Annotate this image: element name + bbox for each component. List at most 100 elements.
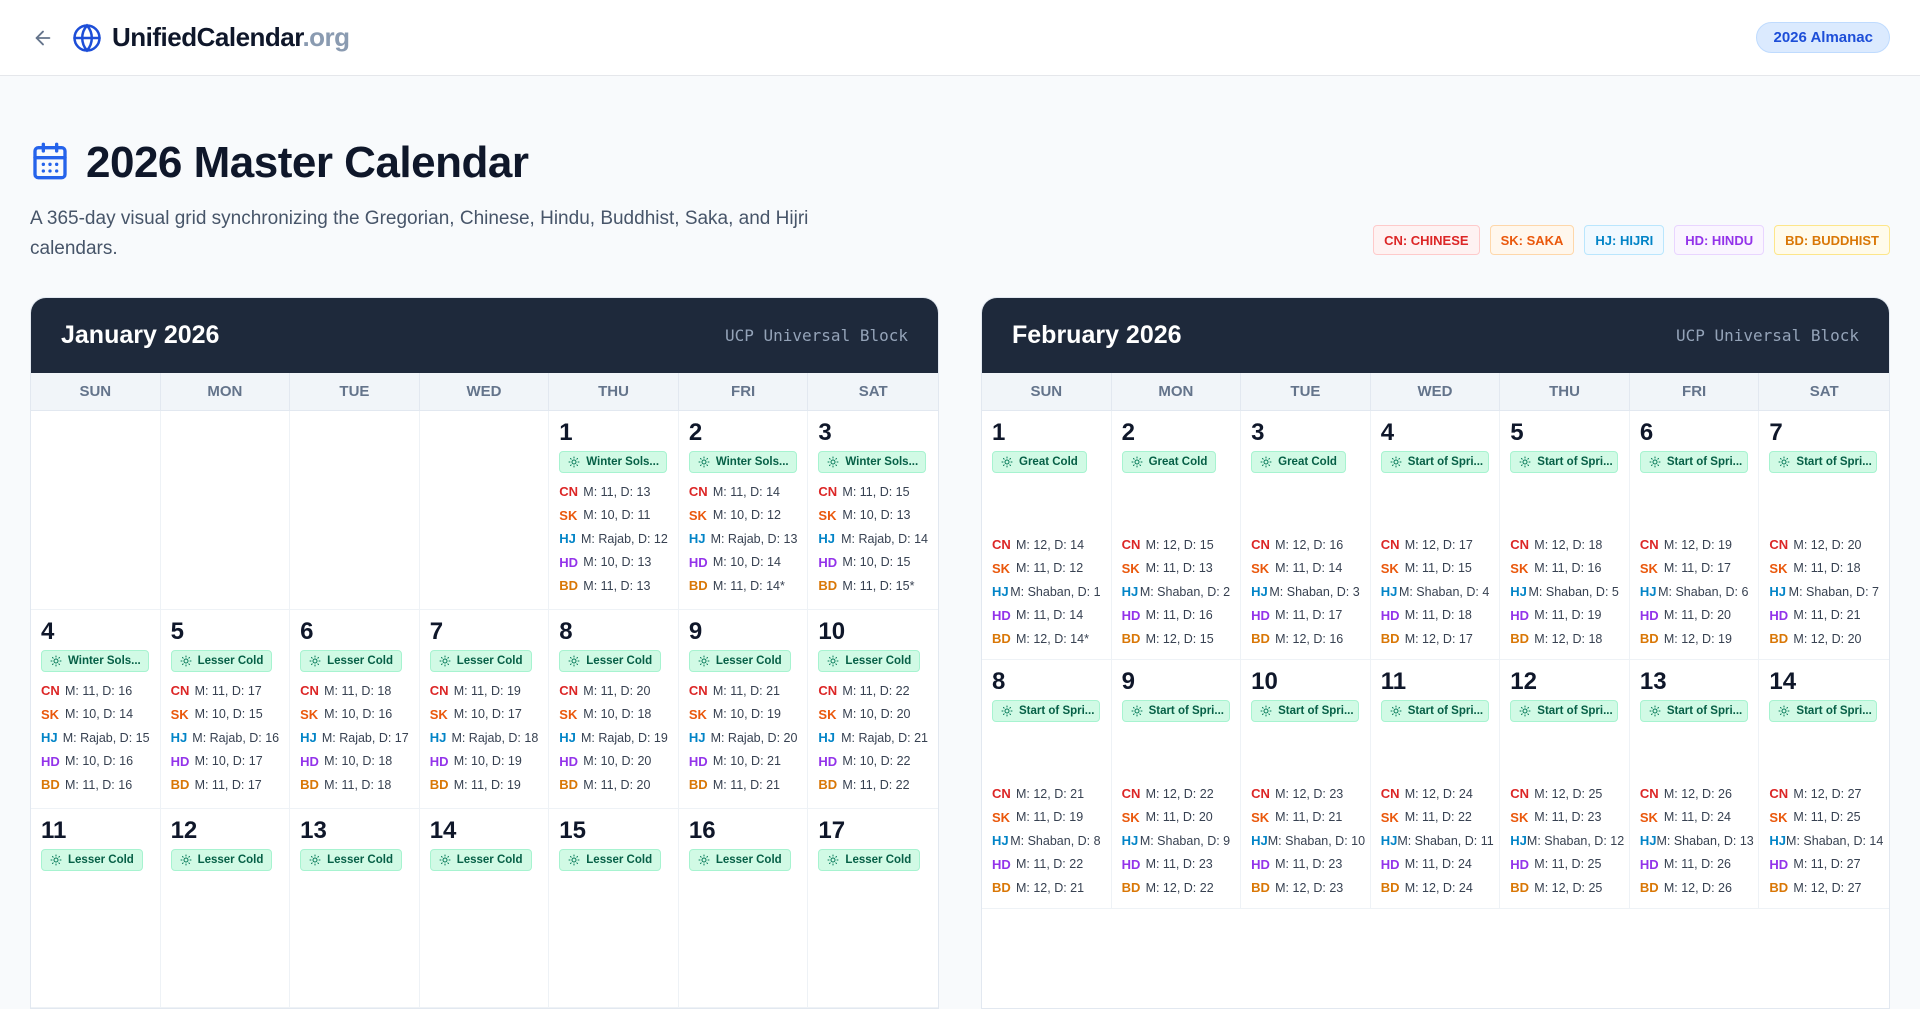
- calendar-value: M: Shaban, D: 10: [1267, 833, 1366, 848]
- calendar-line: HD M: 11, D: 26: [1640, 853, 1749, 877]
- calendar-value: M: 12, D: 24: [1404, 786, 1473, 801]
- solar-term-label: Lesser Cold: [845, 655, 912, 667]
- calendar-line: HD M: 10, D: 18: [300, 750, 409, 774]
- weekday-header-row: SUN MON TUE WED THU FRI SAT: [982, 373, 1889, 411]
- calendar-abbr: CN: [170, 683, 190, 699]
- sun-icon: [1390, 456, 1408, 468]
- calendar-line: SK M: 10, D: 11: [559, 504, 668, 528]
- calendar-abbr: HD: [1380, 607, 1400, 623]
- calendar-abbr: SK: [1639, 560, 1658, 576]
- day-cell[interactable]: 4 Winter Sols... CN M: 11, D: 16 SK M: 10, D:…: [31, 610, 161, 809]
- solar-term-badge: Winter Sols...: [559, 451, 668, 473]
- calendar-value: M: 11, D: 25: [1793, 810, 1861, 825]
- day-number: 17: [818, 817, 846, 844]
- solar-term-badge: Winter Sols...: [688, 451, 797, 473]
- day-cell[interactable]: 13 Lesser Cold: [290, 809, 420, 1008]
- day-cell[interactable]: 2 Winter Sols... CN M: 11, D: 14 SK M: 10, D:…: [678, 411, 809, 610]
- day-cell[interactable]: 6 Start of Spri... CN M: 12, D: 19 SK M: 11, …: [1629, 411, 1760, 660]
- solar-term-label: Start of Spri...: [1537, 456, 1613, 468]
- calendar-line: CN M: 12, D: 27: [1769, 782, 1879, 806]
- calendar-line: BD M: 11, D: 19: [430, 773, 539, 797]
- calendar-abbr: CN: [300, 683, 319, 699]
- calendar-abbr: SK: [429, 706, 448, 722]
- calendar-value: M: 11, D: 21: [1793, 608, 1861, 623]
- calendar-abbr: HD: [1380, 856, 1400, 872]
- legend-badge: HD: HINDU: [1674, 225, 1765, 255]
- day-cell[interactable]: 8 Lesser Cold CN M: 11, D: 20 SK M: 10, D: 18…: [549, 610, 679, 809]
- day-cell[interactable]: 15 Lesser Cold: [549, 809, 679, 1008]
- day-cell[interactable]: 12 Lesser Cold: [160, 809, 291, 1008]
- calendar-legend: CN: CHINESE SK: SAKA HJ: HIJRI HD: HINDU BD:…: [1373, 225, 1890, 255]
- day-cell[interactable]: 9 Start of Spri... CN M: 12, D: 22 SK M: 11, …: [1111, 660, 1242, 909]
- calendar-value: M: 10, D: 18: [324, 754, 393, 769]
- calendar-line: BD M: 12, D: 26: [1640, 876, 1749, 900]
- sun-icon: [439, 854, 457, 866]
- day-cell[interactable]: 16 Lesser Cold: [678, 809, 809, 1008]
- day-cell[interactable]: 10 Start of Spri... CN M: 12, D: 23 SK M: 11,…: [1241, 660, 1371, 909]
- calendar-value: M: 11, D: 23: [1534, 810, 1602, 825]
- calendar-abbr: HD: [1121, 856, 1141, 872]
- sun-icon: [1390, 705, 1408, 717]
- day-cell[interactable]: 14 Start of Spri... CN M: 12, D: 27 SK M: 11,…: [1759, 660, 1889, 909]
- calendar-abbr: SK: [559, 706, 578, 722]
- day-cell[interactable]: 1 Winter Sols... CN M: 11, D: 13 SK M: 10, D:…: [549, 411, 679, 610]
- empty-day-cell: [160, 411, 291, 610]
- day-cell[interactable]: 1 Great Cold CN M: 12, D: 14 SK M: 11, D: 12 H…: [982, 411, 1112, 660]
- brand-logo[interactable]: UnifiedCalendar.org: [112, 22, 350, 53]
- day-cell[interactable]: 5 Start of Spri... CN M: 12, D: 18 SK M: 11, …: [1500, 411, 1630, 660]
- day-cell[interactable]: 12 Start of Spri... CN M: 12, D: 25 SK M: 11,…: [1500, 660, 1630, 909]
- calendar-line: HD M: 10, D: 16: [41, 750, 150, 774]
- calendar-value: M: 11, D: 16: [1534, 561, 1602, 576]
- day-cell[interactable]: 14 Lesser Cold: [419, 809, 550, 1008]
- solar-term-label: Start of Spri...: [1537, 705, 1613, 717]
- calendar-line: HD M: 11, D: 16: [1122, 604, 1231, 628]
- calendar-lines: CN M: 12, D: 20 SK M: 11, D: 18 HJ M: Shaban,…: [1769, 533, 1879, 651]
- calendar-value: M: Shaban, D: 4: [1398, 584, 1490, 599]
- day-cell[interactable]: 13 Start of Spri... CN M: 12, D: 26 SK M: 11,…: [1629, 660, 1760, 909]
- calendar-abbr: SK: [1510, 560, 1529, 576]
- solar-term-label: Lesser Cold: [327, 655, 393, 667]
- sun-icon: [1519, 456, 1537, 468]
- calendar-value: M: 11, D: 13: [583, 484, 651, 499]
- calendar-lines: CN M: 12, D: 27 SK M: 11, D: 25 HJ M: Shaban,…: [1769, 782, 1883, 900]
- calendar-abbr: SK: [992, 809, 1011, 825]
- day-cell[interactable]: 11 Start of Spri... CN M: 12, D: 24 SK M: 11,…: [1370, 660, 1501, 909]
- sun-icon: [180, 854, 198, 866]
- day-number: 7: [1769, 419, 1783, 446]
- calendar-line: BD M: 12, D: 15: [1122, 627, 1231, 651]
- day-cell[interactable]: 7 Lesser Cold CN M: 11, D: 19 SK M: 10, D: 17…: [419, 610, 550, 809]
- calendar-line: SK M: 10, D: 13: [818, 504, 928, 528]
- day-cell[interactable]: 10 Lesser Cold CN M: 11, D: 22 SK M: 10, D: 2…: [808, 610, 938, 809]
- day-cell[interactable]: 9 Lesser Cold CN M: 11, D: 21 SK M: 10, D: 19…: [678, 610, 809, 809]
- almanac-button[interactable]: 2026 Almanac: [1756, 22, 1890, 53]
- calendar-value: M: 11, D: 18: [1404, 608, 1472, 623]
- day-cell[interactable]: 5 Lesser Cold CN M: 11, D: 17 SK M: 10, D: 15…: [160, 610, 291, 809]
- calendar-abbr: CN: [1639, 537, 1659, 553]
- calendar-value: M: 12, D: 19: [1663, 537, 1732, 552]
- day-cell[interactable]: 17 Lesser Cold: [808, 809, 938, 1008]
- calendar-value: M: Rajab, D: 16: [192, 730, 280, 745]
- calendar-line: HJ M: Shaban, D: 4: [1381, 580, 1490, 604]
- day-cell[interactable]: 2 Great Cold CN M: 12, D: 15 SK M: 11, D: 13 H…: [1111, 411, 1242, 660]
- calendar-lines: CN M: 12, D: 25 SK M: 11, D: 23 HJ M: Shaban,…: [1510, 782, 1624, 900]
- calendar-value: M: 11, D: 27: [1793, 857, 1861, 872]
- calendar-line: HD M: 11, D: 22: [992, 853, 1101, 877]
- day-number: 10: [818, 618, 846, 645]
- day-cell[interactable]: 3 Great Cold CN M: 12, D: 16 SK M: 11, D: 14 H…: [1241, 411, 1371, 660]
- day-cell[interactable]: 4 Start of Spri... CN M: 12, D: 17 SK M: 11, …: [1370, 411, 1501, 660]
- solar-term-badge: Winter Sols...: [818, 451, 927, 473]
- solar-term-badge: Great Cold: [992, 451, 1087, 473]
- calendar-abbr: BD: [300, 777, 319, 793]
- calendar-abbr: HJ: [559, 531, 576, 547]
- day-cell[interactable]: 7 Start of Spri... CN M: 12, D: 20 SK M: 11, …: [1759, 411, 1889, 660]
- day-cell[interactable]: 8 Start of Spri... CN M: 12, D: 21 SK M: 11, …: [982, 660, 1112, 909]
- day-cell[interactable]: 6 Lesser Cold CN M: 11, D: 18 SK M: 10, D: 16…: [290, 610, 420, 809]
- calendar-line: HJ M: Rajab, D: 12: [559, 527, 668, 551]
- solar-term-label: Winter Sols...: [715, 456, 789, 468]
- calendar-line: BD M: 11, D: 15*: [818, 574, 928, 598]
- day-cell[interactable]: 3 Winter Sols... CN M: 11, D: 15 SK M: 10, D:…: [808, 411, 938, 610]
- calendar-abbr: HD: [1639, 856, 1659, 872]
- calendar-line: BD M: 11, D: 16: [41, 773, 150, 797]
- back-arrow-icon[interactable]: [30, 25, 56, 51]
- day-cell[interactable]: 11 Lesser Cold: [31, 809, 161, 1008]
